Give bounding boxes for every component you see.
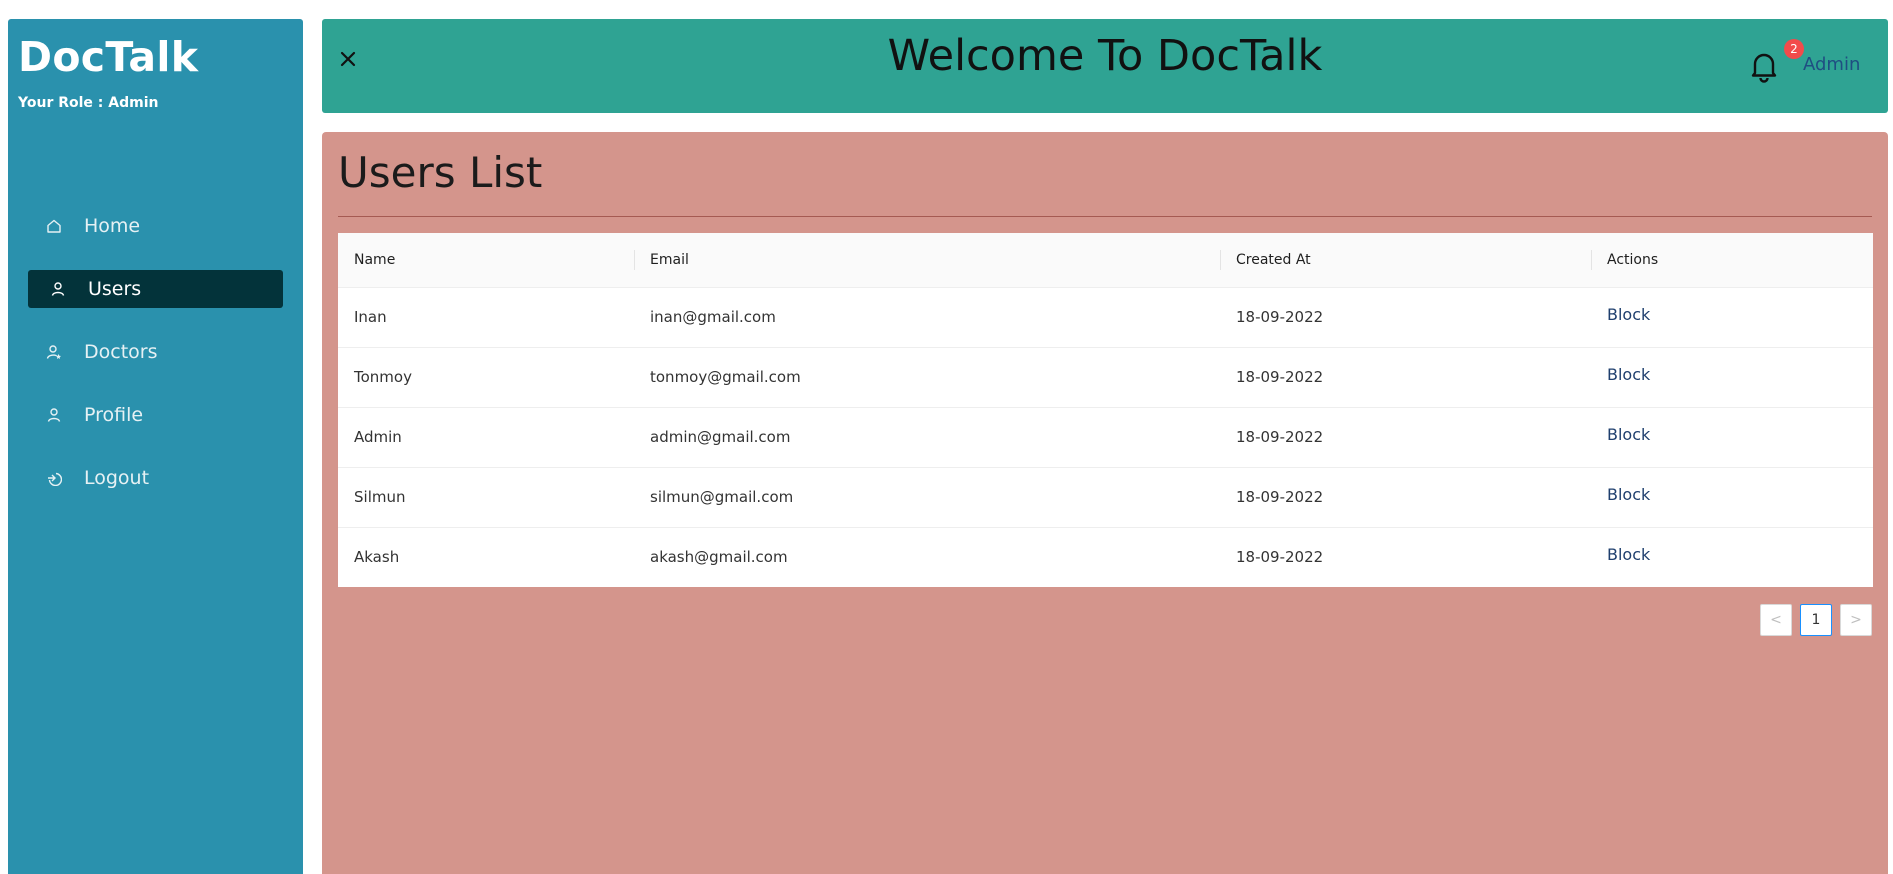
pagination: < 1 > [1760, 604, 1872, 636]
cell-name: Silmun [338, 467, 634, 528]
column-header-actions: Actions [1591, 233, 1873, 288]
cell-created-at: 18-09-2022 [1220, 467, 1591, 528]
page-title: Users List [338, 148, 543, 197]
pagination-next-button[interactable]: > [1840, 604, 1872, 636]
block-user-button[interactable]: Block [1607, 485, 1650, 504]
cell-name: Akash [354, 548, 400, 567]
table-row: Tonmoy tonmoy@gmail.com 18-09-2022 Block [338, 347, 1873, 408]
cell-actions: Block [1591, 527, 1873, 587]
main-content: Users List Name Email Created At Actions [322, 132, 1888, 874]
chevron-left-icon: < [1770, 612, 1782, 628]
sidebar-item-logout[interactable]: Logout [28, 459, 283, 497]
cell-email: akash@gmail.com [650, 548, 788, 567]
divider [338, 216, 1872, 217]
sidebar-nav: Home Users Doctors Profile Logout [28, 207, 283, 522]
cell-created-at: 18-09-2022 [1220, 287, 1591, 348]
cell-email: inan@gmail.com [634, 287, 1220, 348]
notification-badge: 2 [1784, 39, 1804, 59]
block-user-button[interactable]: Block [1607, 425, 1650, 444]
cell-email: admin@gmail.com [634, 407, 1220, 468]
sidebar-item-profile[interactable]: Profile [28, 396, 283, 434]
cell-created-at: 18-09-2022 [1236, 548, 1324, 567]
logout-icon [44, 468, 64, 488]
user-role: Your Role : Admin [18, 95, 159, 111]
cell-created-at: 18-09-2022 [1220, 347, 1591, 408]
table-row: Inan inan@gmail.com 18-09-2022 Block [338, 287, 1873, 348]
pagination-page-1[interactable]: 1 [1800, 604, 1832, 636]
cell-actions: Block [1591, 467, 1873, 528]
table-row: Admin admin@gmail.com 18-09-2022 Block [338, 407, 1873, 468]
block-user-button[interactable]: Block [1607, 305, 1650, 324]
table-row: Akash akash@gmail.com 18-09-2022 Block [338, 527, 1873, 587]
sidebar-item-label: Home [84, 215, 141, 237]
sidebar-item-label: Logout [84, 467, 150, 489]
block-user-button[interactable]: Block [1607, 545, 1650, 564]
users-table: Name Email Created At Actions Inan inan@… [338, 233, 1873, 587]
user-icon [44, 405, 64, 425]
sidebar-item-home[interactable]: Home [28, 207, 283, 245]
bell-icon [1751, 53, 1777, 83]
page-header-title: Welcome To DocTalk [887, 31, 1323, 81]
cell-name: Tonmoy [338, 347, 634, 408]
brand-logo: DocTalk [18, 33, 199, 81]
table-row: Silmun silmun@gmail.com 18-09-2022 Block [338, 467, 1873, 528]
sidebar: DocTalk Your Role : Admin Home Users Doc… [8, 19, 303, 874]
cell-actions: Block [1591, 287, 1873, 348]
cell-actions: Block [1591, 347, 1873, 408]
sidebar-item-label: Users [88, 278, 142, 300]
notifications-button[interactable] [1748, 49, 1780, 83]
pagination-prev-button[interactable]: < [1760, 604, 1792, 636]
column-header-created-at: Created At [1220, 233, 1591, 288]
cell-created-at: 18-09-2022 [1220, 407, 1591, 468]
sidebar-item-doctors[interactable]: Doctors [28, 333, 283, 371]
cell-email: silmun@gmail.com [634, 467, 1220, 528]
cell-name: Inan [338, 287, 634, 348]
sidebar-item-users[interactable]: Users [28, 270, 283, 308]
home-icon [44, 216, 64, 236]
column-header-email: Email [634, 233, 1220, 288]
chevron-right-icon: > [1850, 612, 1862, 628]
sidebar-item-label: Doctors [84, 341, 158, 363]
doctor-icon [44, 342, 64, 362]
user-menu[interactable]: Admin [1803, 54, 1860, 75]
user-icon [48, 279, 68, 299]
sidebar-item-label: Profile [84, 404, 144, 426]
block-user-button[interactable]: Block [1607, 365, 1650, 384]
cell-name: Admin [338, 407, 634, 468]
cell-email: tonmoy@gmail.com [634, 347, 1220, 408]
column-header-name: Name [338, 233, 634, 288]
cell-actions: Block [1591, 407, 1873, 468]
top-header: Welcome To DocTalk 2 Admin [322, 19, 1888, 113]
table-header-row: Name Email Created At Actions [338, 233, 1873, 288]
